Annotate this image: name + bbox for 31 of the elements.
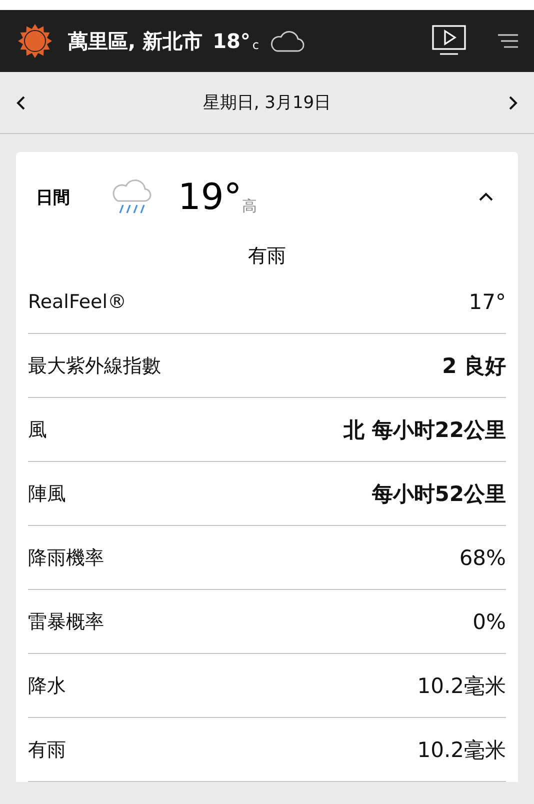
detail-value: 17° [468,290,506,314]
detail-label: 降雨機率 [28,546,104,570]
detail-value: 10.2毫米 [417,672,506,700]
sun-icon [16,22,54,60]
high-temperature: 19° [178,176,242,218]
chevron-right-icon [508,94,518,110]
location-name: 萬里區, 新北市 [68,28,203,54]
menu-icon[interactable] [498,33,518,49]
detail-value: 0% [472,610,506,634]
detail-label: 風 [28,418,47,442]
detail-label: 雷暴概率 [28,610,104,634]
detail-value: 10.2毫米 [417,736,506,764]
detail-value: 2 良好 [442,352,506,380]
condition-text: 有雨 [248,244,286,269]
detail-label: 最大紫外線指數 [28,354,161,378]
detail-label: 有雨 [28,738,66,762]
current-temperature: 18° [212,29,250,53]
detail-value: 68% [459,546,506,570]
detail-value: 北 每小时22公里 [343,416,506,444]
chevron-left-icon [16,94,26,110]
high-label: 高 [242,196,257,216]
detail-value: 每小时52公里 [372,480,506,508]
detail-label: 降水 [28,674,66,698]
date-label: 星期日, 3月19日 [202,92,332,114]
detail-label: 陣風 [28,482,66,506]
video-icon[interactable] [432,25,466,57]
detail-label: RealFeel® [28,290,127,312]
chevron-icon [478,192,494,202]
temperature-unit: c [252,38,260,52]
period-label: 日間 [36,186,71,208]
cloud-icon [269,30,306,52]
